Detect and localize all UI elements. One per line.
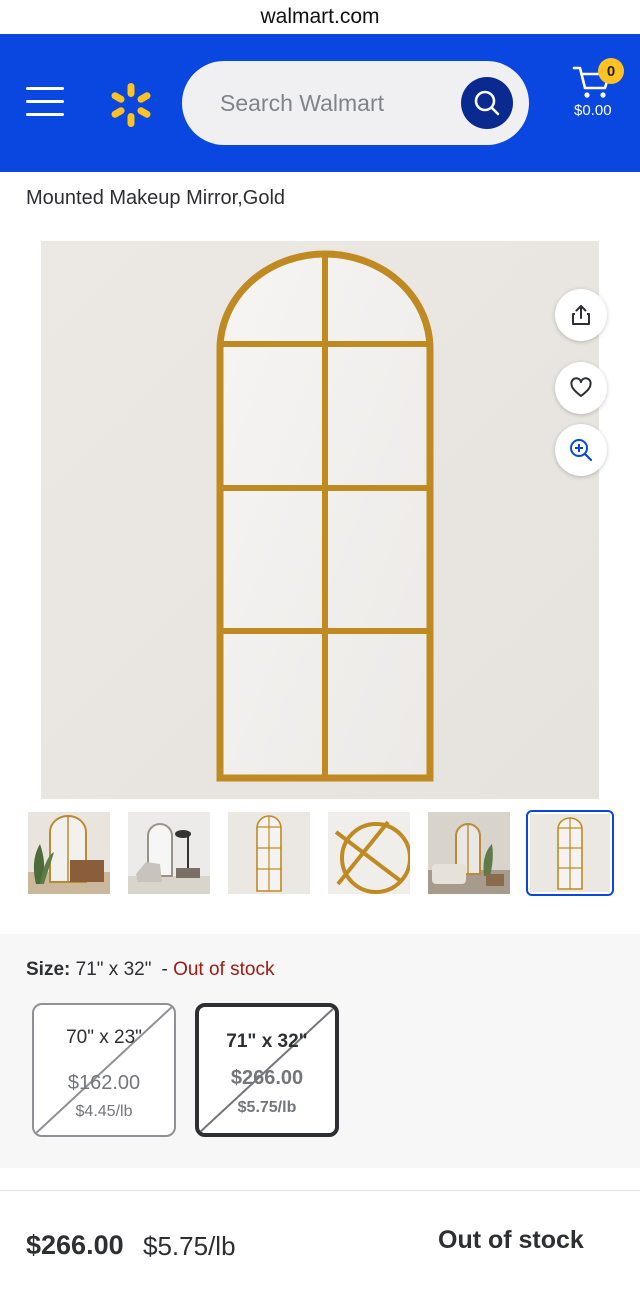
thumbnail-1[interactable] xyxy=(28,812,110,894)
favorite-button[interactable] xyxy=(555,362,607,414)
footer-stock-status: Out of stock xyxy=(438,1226,584,1254)
heart-icon xyxy=(570,377,592,397)
zoom-in-icon xyxy=(570,439,593,462)
size-option-71x32-selected[interactable]: 71" x 32" $266.00 $5.75/lb xyxy=(195,1003,339,1137)
size-heading: Size: 71" x 32" - Out of stock xyxy=(26,959,275,980)
selected-size: 71" x 32" xyxy=(75,959,152,980)
product-hero-image[interactable] xyxy=(41,241,599,799)
size-selector: Size: 71" x 32" - Out of stock 70" x 23" … xyxy=(0,934,640,1168)
size-stock-status: Out of stock xyxy=(173,959,275,980)
search-box xyxy=(182,61,529,145)
thumbnail-3[interactable] xyxy=(228,812,310,894)
walmart-spark-logo[interactable] xyxy=(106,81,156,129)
cart-button[interactable]: 0 $0.00 xyxy=(568,58,628,128)
thumbnail-5[interactable] xyxy=(428,812,510,894)
site-header: 0 $0.00 xyxy=(0,34,640,172)
search-icon xyxy=(474,90,500,116)
share-icon xyxy=(572,305,590,325)
browser-url[interactable]: walmart.com xyxy=(0,0,640,34)
search-input[interactable] xyxy=(220,61,450,145)
cart-total: $0.00 xyxy=(574,102,612,119)
thumbnail-strip xyxy=(26,810,616,896)
footer-unit-price: $5.75/lb xyxy=(143,1231,236,1261)
cart-count-badge: 0 xyxy=(598,58,624,84)
size-option-70x23[interactable]: 70" x 23" $162.00 $4.45/lb xyxy=(32,1003,176,1137)
menu-icon[interactable] xyxy=(26,87,64,117)
share-button[interactable] xyxy=(555,289,607,341)
search-button[interactable] xyxy=(461,77,513,129)
product-title: Mounted Makeup Mirror,Gold xyxy=(26,187,286,209)
mirror-illustration xyxy=(41,241,599,799)
thumbnail-2[interactable] xyxy=(128,812,210,894)
footer-price: $266.00 xyxy=(26,1230,124,1260)
divider xyxy=(0,1190,640,1191)
thumbnail-4[interactable] xyxy=(328,812,410,894)
zoom-button[interactable] xyxy=(555,424,607,476)
thumbnail-6-selected[interactable] xyxy=(526,810,614,896)
